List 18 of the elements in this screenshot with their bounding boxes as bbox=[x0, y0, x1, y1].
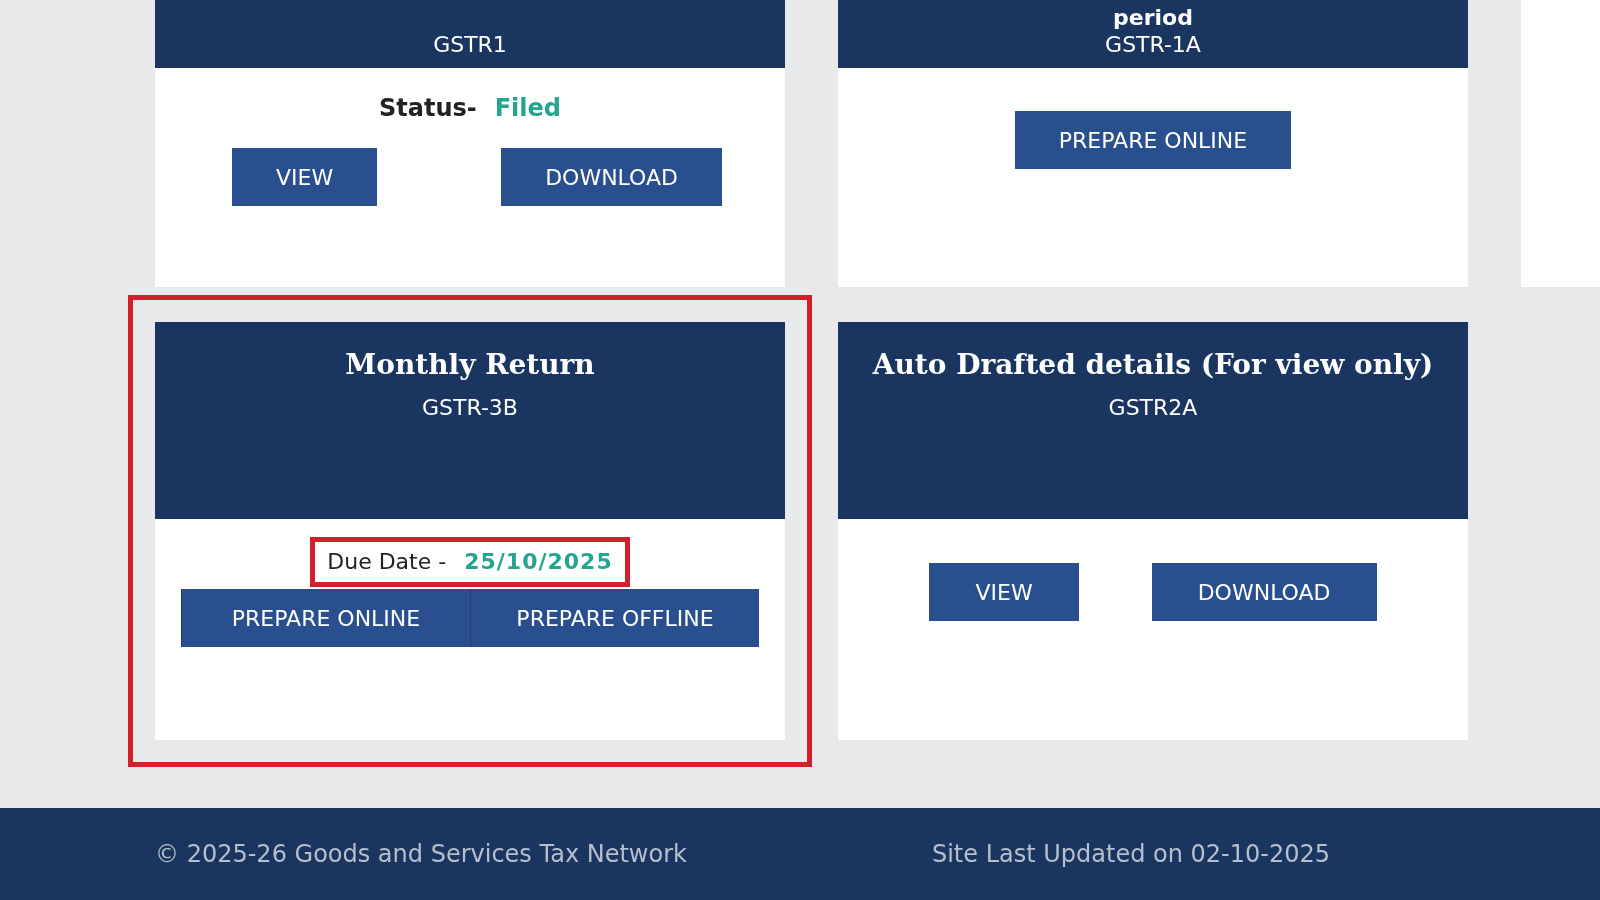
card-title: Monthly Return bbox=[345, 348, 595, 381]
status-label: Status- bbox=[378, 94, 477, 122]
action-button[interactable]: DOWNLOAD bbox=[1151, 563, 1377, 621]
action-button[interactable]: DOWNLOAD bbox=[501, 148, 722, 206]
action-button[interactable]: PREPARE ONLINE bbox=[181, 589, 470, 647]
header-text: GSTR-1A bbox=[1105, 32, 1201, 58]
form-code: GSTR-3B bbox=[422, 395, 518, 420]
action-button[interactable]: VIEW bbox=[929, 563, 1079, 621]
due-date: Due Date - 25/10/2025 bbox=[310, 537, 630, 587]
action-button[interactable]: PREPARE ONLINE bbox=[1014, 111, 1292, 169]
action-button[interactable]: PREPARE OFFLINE bbox=[470, 589, 759, 647]
form-code: GSTR2A bbox=[1108, 395, 1198, 420]
copyright-text: © 2025-26 Goods and Services Tax Network bbox=[155, 840, 687, 868]
status-value: Filed bbox=[494, 94, 562, 122]
last-updated-text: Site Last Updated on 02-10-2025 bbox=[931, 840, 1331, 868]
card-title: Auto Drafted details (For view only) bbox=[872, 348, 1434, 381]
header-text: GSTR1 bbox=[433, 32, 507, 58]
action-button[interactable]: VIEW bbox=[232, 148, 378, 206]
